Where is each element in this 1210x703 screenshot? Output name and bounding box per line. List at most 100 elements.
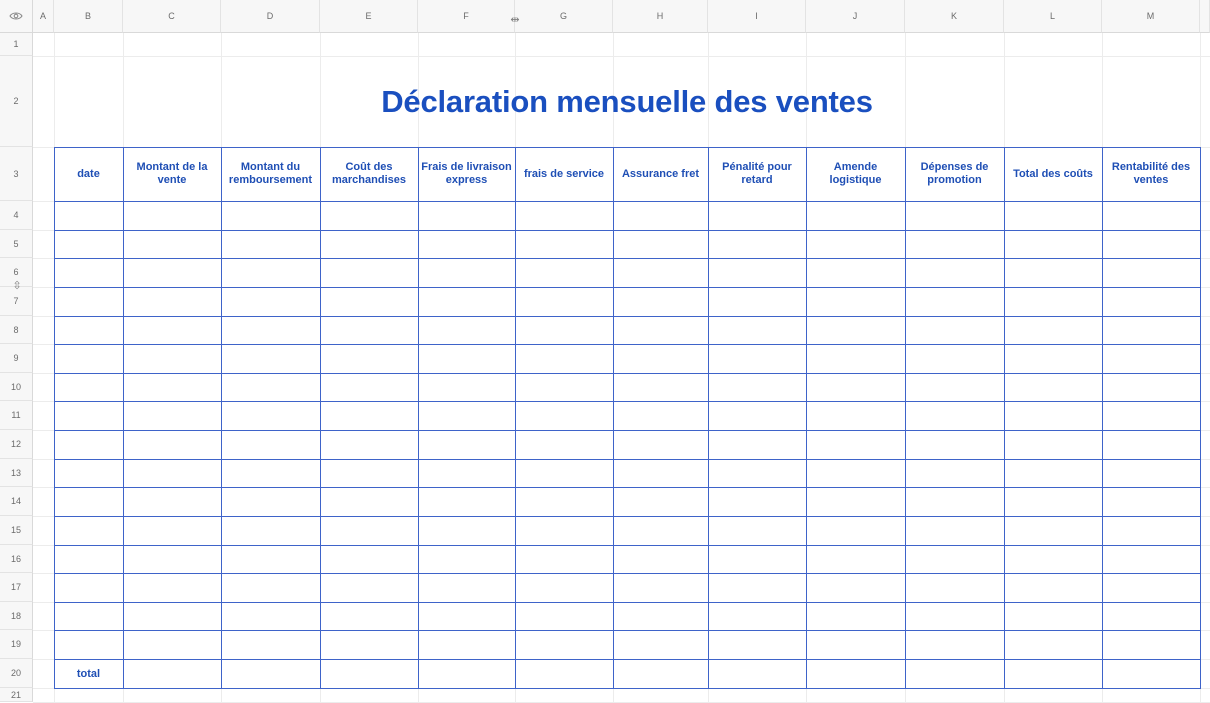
table-cell[interactable]: [221, 430, 321, 460]
table-cell[interactable]: [123, 459, 222, 488]
table-cell[interactable]: [418, 516, 516, 546]
table-cell[interactable]: [515, 344, 614, 374]
table-cell[interactable]: [418, 401, 516, 431]
table-cell[interactable]: [1102, 602, 1201, 631]
table-cell[interactable]: [613, 316, 709, 345]
table-cell[interactable]: [320, 430, 419, 460]
table-cell[interactable]: [54, 459, 124, 488]
table-cell[interactable]: [905, 430, 1005, 460]
table-cell[interactable]: [320, 344, 419, 374]
column-title-cell[interactable]: Total des coûts: [1004, 147, 1103, 202]
column-title-cell[interactable]: Montant du remboursement: [221, 147, 321, 202]
table-cell[interactable]: [515, 516, 614, 546]
table-cell[interactable]: [221, 516, 321, 546]
column-title-cell[interactable]: Amende logistique: [806, 147, 906, 202]
table-cell[interactable]: [320, 287, 419, 317]
table-cell[interactable]: [221, 545, 321, 574]
table-cell[interactable]: [708, 316, 807, 345]
table-cell[interactable]: [806, 258, 906, 288]
table-cell[interactable]: [905, 401, 1005, 431]
table-cell[interactable]: [418, 230, 516, 259]
table-cell[interactable]: [418, 316, 516, 345]
table-cell[interactable]: [515, 602, 614, 631]
table-cell[interactable]: [905, 201, 1005, 231]
table-cell[interactable]: [708, 459, 807, 488]
row-header-14[interactable]: 14: [0, 487, 33, 516]
table-cell[interactable]: [1004, 373, 1103, 402]
row-header-13[interactable]: 13: [0, 459, 33, 487]
table-cell[interactable]: [123, 316, 222, 345]
table-cell[interactable]: [123, 201, 222, 231]
table-cell[interactable]: [1004, 516, 1103, 546]
table-cell[interactable]: [221, 258, 321, 288]
row-header-21[interactable]: 21: [0, 688, 33, 702]
table-cell[interactable]: [123, 230, 222, 259]
table-cell[interactable]: [1004, 630, 1103, 660]
table-cell[interactable]: [806, 630, 906, 660]
column-header-i[interactable]: I: [708, 0, 806, 33]
column-header-b[interactable]: B: [54, 0, 123, 33]
table-cell[interactable]: [320, 401, 419, 431]
table-cell[interactable]: [54, 401, 124, 431]
table-cell[interactable]: [613, 573, 709, 603]
column-title-cell[interactable]: Frais de livraison express: [418, 147, 516, 202]
row-resize-icon[interactable]: ⇳: [10, 278, 24, 292]
table-cell[interactable]: [1102, 459, 1201, 488]
table-cell[interactable]: [418, 602, 516, 631]
column-header-c[interactable]: C: [123, 0, 221, 33]
table-cell[interactable]: [515, 630, 614, 660]
total-value-cell[interactable]: [320, 659, 419, 689]
column-title-cell[interactable]: Dépenses de promotion: [905, 147, 1005, 202]
table-cell[interactable]: [221, 573, 321, 603]
row-header-3[interactable]: 3: [0, 147, 33, 201]
column-header-h[interactable]: H: [613, 0, 708, 33]
row-header-4[interactable]: 4: [0, 201, 33, 230]
table-cell[interactable]: [1102, 344, 1201, 374]
table-cell[interactable]: [123, 573, 222, 603]
table-cell[interactable]: [905, 316, 1005, 345]
total-value-cell[interactable]: [418, 659, 516, 689]
table-cell[interactable]: [613, 516, 709, 546]
table-cell[interactable]: [320, 459, 419, 488]
table-cell[interactable]: [708, 602, 807, 631]
table-cell[interactable]: [123, 516, 222, 546]
column-header-d[interactable]: D: [221, 0, 320, 33]
table-cell[interactable]: [613, 430, 709, 460]
table-cell[interactable]: [613, 630, 709, 660]
table-cell[interactable]: [54, 602, 124, 631]
row-header-8[interactable]: 8: [0, 316, 33, 344]
table-cell[interactable]: [1004, 287, 1103, 317]
row-header-15[interactable]: 15: [0, 516, 33, 545]
table-cell[interactable]: [613, 459, 709, 488]
column-header-l[interactable]: L: [1004, 0, 1102, 33]
table-cell[interactable]: [1004, 459, 1103, 488]
table-cell[interactable]: [123, 430, 222, 460]
table-cell[interactable]: [515, 230, 614, 259]
table-cell[interactable]: [123, 287, 222, 317]
table-cell[interactable]: [123, 344, 222, 374]
total-value-cell[interactable]: [1102, 659, 1201, 689]
table-cell[interactable]: [1102, 545, 1201, 574]
table-cell[interactable]: [418, 545, 516, 574]
table-cell[interactable]: [418, 487, 516, 517]
table-cell[interactable]: [418, 344, 516, 374]
total-value-cell[interactable]: [123, 659, 222, 689]
table-cell[interactable]: [320, 630, 419, 660]
table-cell[interactable]: [123, 487, 222, 517]
table-cell[interactable]: [806, 430, 906, 460]
table-cell[interactable]: [613, 487, 709, 517]
table-cell[interactable]: [613, 201, 709, 231]
total-label-cell[interactable]: total: [54, 659, 124, 689]
table-cell[interactable]: [320, 258, 419, 288]
column-header-a[interactable]: A: [33, 0, 54, 33]
column-title-cell[interactable]: date: [54, 147, 124, 202]
column-header-g[interactable]: G: [515, 0, 613, 33]
table-cell[interactable]: [613, 545, 709, 574]
table-cell[interactable]: [221, 602, 321, 631]
table-cell[interactable]: [708, 487, 807, 517]
table-cell[interactable]: [1102, 230, 1201, 259]
total-value-cell[interactable]: [1004, 659, 1103, 689]
column-header-f[interactable]: F: [418, 0, 515, 33]
table-cell[interactable]: [905, 373, 1005, 402]
table-cell[interactable]: [613, 344, 709, 374]
